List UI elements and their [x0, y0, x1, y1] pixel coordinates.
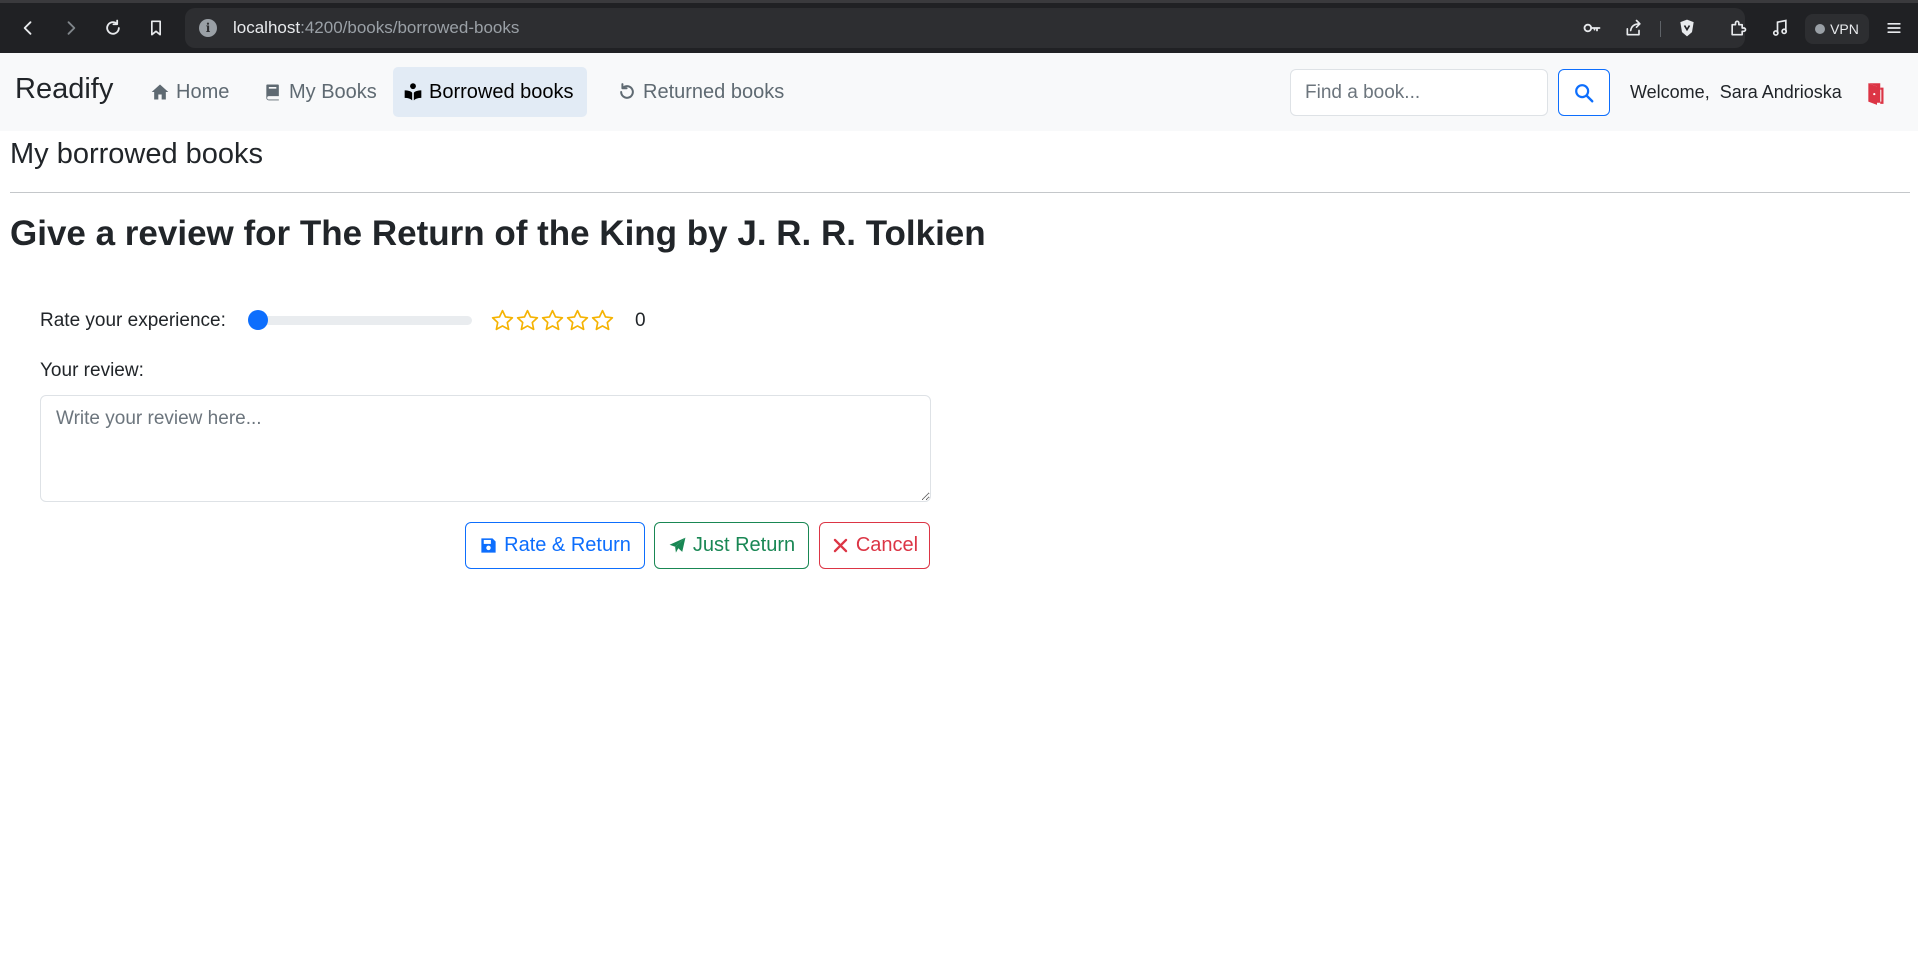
vpn-button[interactable]: VPN — [1805, 14, 1869, 44]
cancel-label: Cancel — [855, 534, 919, 556]
save-icon — [481, 538, 496, 553]
address-bar[interactable]: i localhost:4200/books/borrowed-books — [185, 8, 1745, 48]
star-icon[interactable] — [590, 308, 615, 333]
page-title: My borrowed books — [10, 138, 264, 170]
review-heading: Give a review for The Return of the King… — [10, 214, 986, 254]
book-title: The Return of the King by J. R. R. Tolki… — [299, 214, 986, 253]
nav-borrowed-books-label: Borrowed books — [429, 80, 574, 103]
user-name: Sara Andrioska — [1719, 82, 1842, 102]
browser-toolbar: i localhost:4200/books/borrowed-books VP… — [0, 0, 1918, 53]
rate-and-return-label: Rate & Return — [504, 534, 631, 556]
star-rating[interactable] — [490, 308, 615, 333]
rating-slider[interactable] — [250, 316, 472, 325]
divider — [10, 192, 1910, 193]
nav-borrowed-books[interactable]: Borrowed books — [393, 67, 587, 117]
back-icon[interactable] — [12, 12, 44, 44]
url-text: localhost:4200/books/borrowed-books — [233, 18, 520, 37]
reader-icon — [404, 83, 422, 101]
search-input[interactable] — [1290, 69, 1548, 116]
nav-home[interactable]: Home — [140, 67, 239, 117]
nav-my-books[interactable]: My Books — [253, 67, 387, 117]
rating-slider-thumb[interactable] — [248, 310, 268, 330]
search-icon — [1575, 83, 1594, 102]
brave-shield-icon[interactable] — [1675, 16, 1699, 40]
reload-icon[interactable] — [97, 12, 129, 44]
just-return-button[interactable]: Just Return — [654, 522, 809, 569]
star-icon[interactable] — [515, 308, 540, 333]
review-heading-prefix: Give a review for — [10, 214, 291, 253]
menu-icon[interactable] — [1878, 12, 1910, 44]
brand-logo[interactable]: Readify — [15, 73, 113, 106]
book-icon — [266, 84, 279, 101]
logout-icon[interactable] — [1864, 80, 1890, 106]
bookmark-icon[interactable] — [140, 12, 172, 44]
vpn-status-icon — [1815, 24, 1826, 34]
rate-label: Rate your experience: — [40, 310, 226, 331]
forward-icon[interactable] — [55, 12, 87, 44]
review-label: Your review: — [40, 360, 144, 381]
rate-and-return-button[interactable]: Rate & Return — [465, 522, 645, 569]
paper-plane-icon — [669, 537, 686, 553]
star-icon[interactable] — [565, 308, 590, 333]
welcome-text: Welcome, Sara Andrioska — [1630, 82, 1842, 103]
nav-home-label: Home — [176, 80, 230, 103]
vpn-label: VPN — [1830, 21, 1859, 37]
rating-value: 0 — [635, 310, 646, 331]
site-info-icon[interactable]: i — [199, 19, 217, 37]
address-divider — [1660, 21, 1661, 37]
home-icon — [151, 84, 169, 100]
star-icon[interactable] — [540, 308, 565, 333]
just-return-label: Just Return — [692, 534, 796, 556]
extensions-icon[interactable] — [1722, 12, 1754, 44]
star-icon[interactable] — [490, 308, 515, 333]
key-icon[interactable] — [1580, 16, 1604, 40]
cancel-button[interactable]: Cancel — [819, 522, 930, 569]
nav-returned-books-label: Returned books — [643, 80, 785, 103]
welcome-prefix: Welcome, — [1630, 82, 1710, 102]
nav-returned-books[interactable]: Returned books — [607, 67, 794, 117]
close-icon — [833, 538, 848, 553]
media-icon[interactable] — [1764, 12, 1796, 44]
app-navbar: Readify Home My Books Borrowed books Ret… — [0, 53, 1918, 131]
review-textarea[interactable] — [40, 395, 931, 502]
undo-icon — [620, 83, 634, 99]
nav-my-books-label: My Books — [289, 80, 377, 103]
share-icon[interactable] — [1622, 16, 1646, 40]
search-button[interactable] — [1558, 69, 1610, 116]
